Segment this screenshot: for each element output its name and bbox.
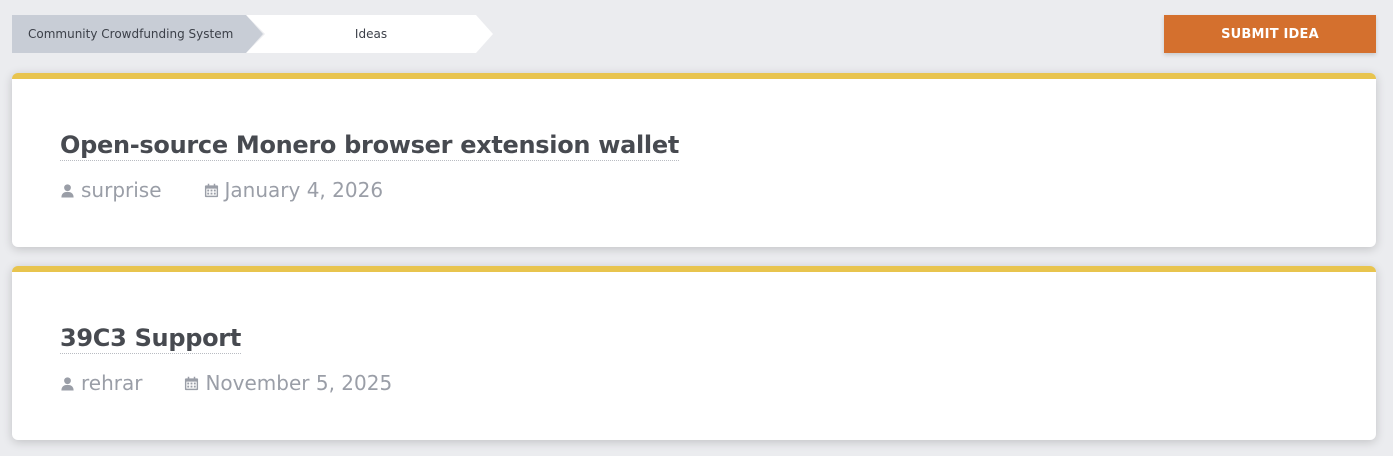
idea-date-text: January 4, 2026 [224,178,384,202]
idea-title-link[interactable]: 39C3 Support [60,324,241,354]
idea-date-text: November 5, 2025 [205,371,393,395]
idea-author: rehrar [60,371,142,395]
submit-idea-button[interactable]: SUBMIT IDEA [1164,15,1376,53]
idea-card: Open-source Monero browser extension wal… [12,73,1376,247]
breadcrumb-current: Ideas [246,15,493,53]
breadcrumb-root-link[interactable]: Community Crowdfunding System [12,15,263,53]
idea-author-name: surprise [81,178,162,202]
top-bar: Community Crowdfunding System Ideas SUBM… [0,0,1393,66]
user-icon [60,376,75,391]
user-icon [60,183,75,198]
calendar-icon [204,183,219,198]
idea-date: November 5, 2025 [184,371,392,395]
idea-meta: surprise January 4, 2026 [60,178,383,202]
idea-author: surprise [60,178,162,202]
idea-author-name: rehrar [81,371,143,395]
idea-date: January 4, 2026 [204,178,384,202]
idea-title-link[interactable]: Open-source Monero browser extension wal… [60,131,679,161]
idea-card: 39C3 Support rehrar November 5, 2025 [12,266,1376,440]
calendar-icon [184,376,199,391]
idea-meta: rehrar November 5, 2025 [60,371,392,395]
breadcrumb: Community Crowdfunding System Ideas [12,15,493,53]
